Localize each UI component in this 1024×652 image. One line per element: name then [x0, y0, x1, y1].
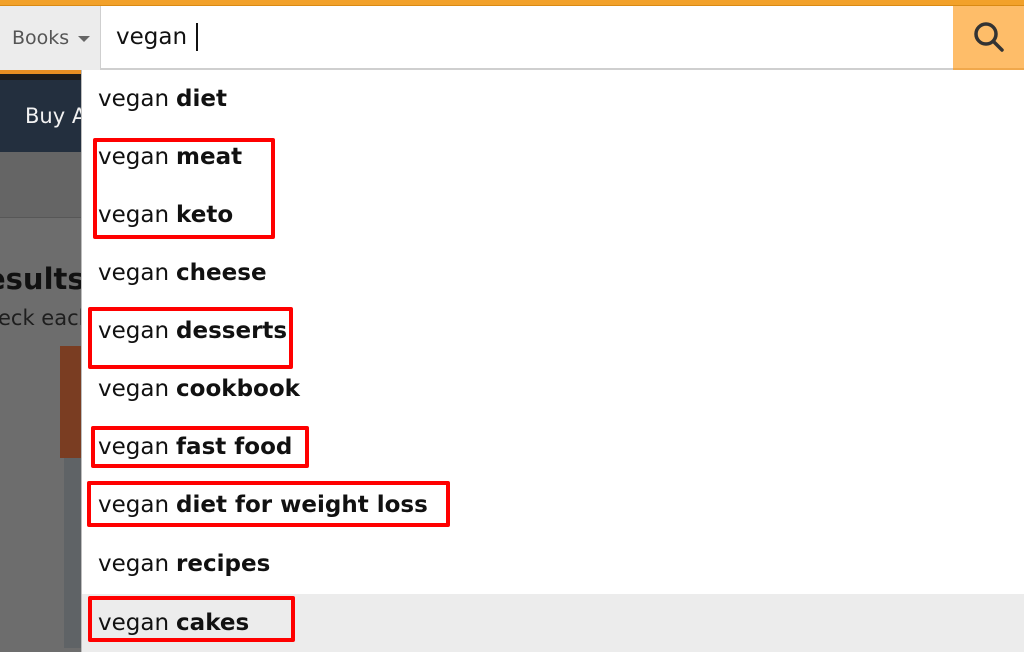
suggestion-completion: meat	[176, 144, 243, 170]
search-query: vegan	[116, 24, 188, 50]
suggestion-item[interactable]: vegan cakes	[82, 594, 1024, 652]
product-image[interactable]	[56, 346, 82, 648]
suggestion-prefix: vegan	[98, 610, 170, 636]
suggestion-item[interactable]: vegan recipes	[82, 535, 1024, 593]
suggestion-completion: desserts	[176, 318, 288, 344]
results-area: esults eck each	[0, 218, 82, 652]
category-label: Books	[12, 27, 70, 49]
search-input[interactable]: vegan	[101, 6, 953, 70]
suggestion-item[interactable]: vegan keto	[82, 186, 1024, 244]
suggestion-completion: diet	[176, 86, 227, 112]
caret-down-icon	[78, 36, 91, 42]
suggestion-item[interactable]: vegan desserts	[82, 302, 1024, 360]
suggestion-prefix: vegan	[98, 376, 170, 402]
suggestion-completion: cookbook	[176, 376, 300, 402]
suggestion-prefix: vegan	[98, 551, 170, 577]
suggestion-item[interactable]: vegan meat	[82, 128, 1024, 186]
suggestion-prefix: vegan	[98, 86, 170, 112]
search-button[interactable]	[953, 6, 1024, 70]
search-bar: Books vegan	[0, 6, 1024, 70]
suggestion-prefix: vegan	[98, 202, 170, 228]
suggestion-item[interactable]: vegan fast food	[82, 418, 1024, 476]
suggestions-dropdown: vegan diet vegan meat vegan keto vegan cheese ve…	[81, 70, 1024, 652]
suggestion-completion: keto	[176, 202, 234, 228]
category-dropdown[interactable]: Books	[0, 6, 101, 70]
suggestion-prefix: vegan	[98, 434, 170, 460]
suggestion-completion: recipes	[176, 551, 271, 577]
suggestion-item[interactable]: vegan cookbook	[82, 360, 1024, 418]
search-icon	[973, 22, 1004, 52]
suggestion-item[interactable]: vegan diet	[82, 70, 1024, 128]
suggestion-prefix: vegan	[98, 144, 170, 170]
suggestion-item[interactable]: vegan cheese	[82, 244, 1024, 302]
subnav-link[interactable]: Buy A	[25, 104, 86, 128]
suggestion-completion: cheese	[176, 260, 267, 286]
suggestion-completion: diet for weight loss	[176, 492, 428, 518]
suggestion-completion: fast food	[176, 434, 293, 460]
suggestion-prefix: vegan	[98, 260, 170, 286]
results-subheading: eck each	[0, 306, 82, 330]
suggestion-completion: cakes	[176, 610, 250, 636]
suggestion-item[interactable]: vegan diet for weight loss	[82, 476, 1024, 534]
suggestion-prefix: vegan	[98, 492, 170, 518]
background-panel	[0, 152, 82, 218]
subnav-bar: Buy A	[0, 80, 86, 152]
text-cursor	[196, 23, 199, 51]
suggestion-prefix: vegan	[98, 318, 170, 344]
results-heading: esults	[0, 262, 82, 296]
